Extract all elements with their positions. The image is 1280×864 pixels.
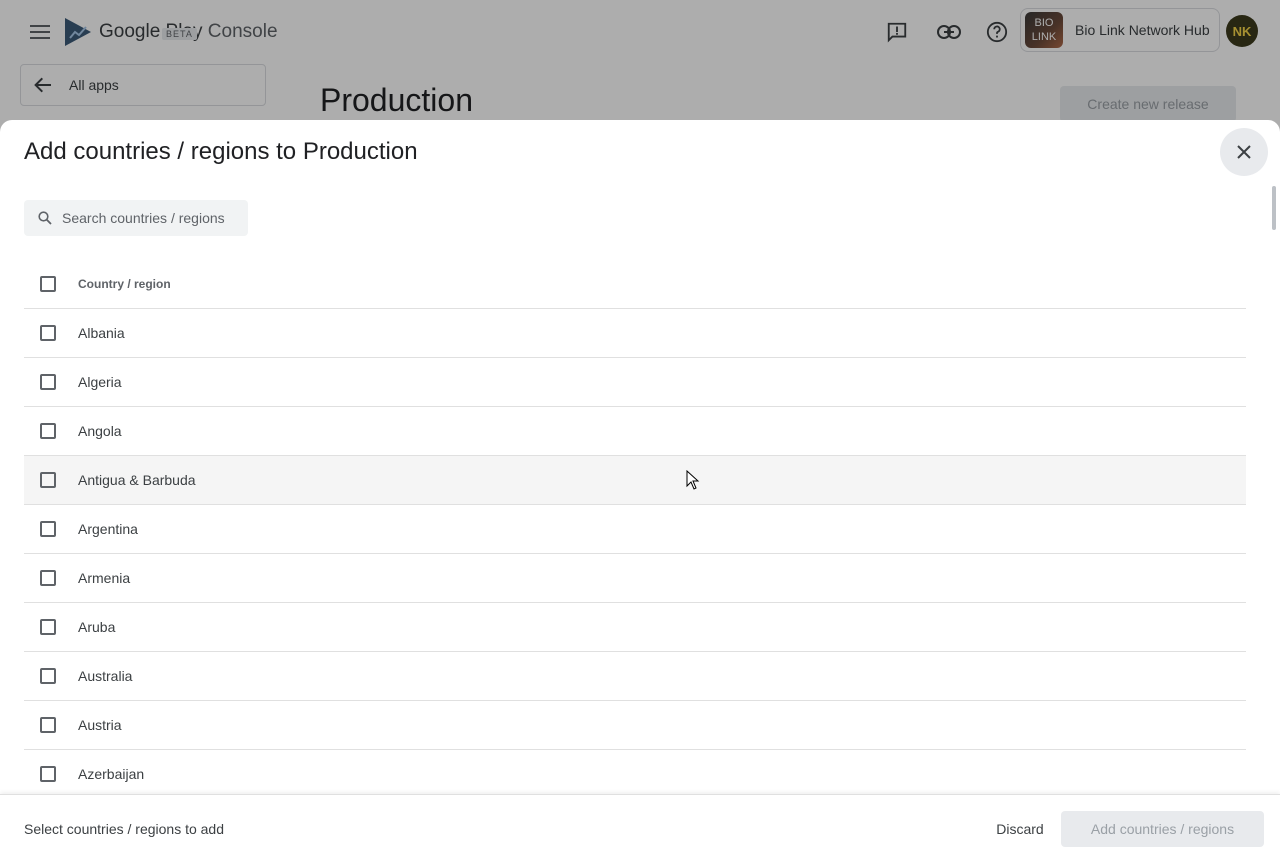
country-name: Azerbaijan	[78, 766, 145, 782]
table-row[interactable]: Angola	[24, 407, 1246, 456]
country-name: Angola	[78, 423, 122, 439]
add-countries-dialog: Add countries / regions to Production Co…	[0, 120, 1280, 864]
row-checkbox[interactable]	[40, 374, 56, 390]
row-checkbox[interactable]	[40, 570, 56, 586]
scrollbar-thumb[interactable]	[1272, 186, 1276, 230]
table-row[interactable]: Argentina	[24, 505, 1246, 554]
country-name: Armenia	[78, 570, 131, 586]
table-row[interactable]: Aruba	[24, 603, 1246, 652]
table-row[interactable]: Australia	[24, 652, 1246, 701]
search-field[interactable]	[24, 200, 248, 236]
country-name: Austria	[78, 717, 122, 733]
row-checkbox[interactable]	[40, 423, 56, 439]
close-icon	[1237, 145, 1251, 159]
table-row[interactable]: Azerbaijan	[24, 750, 1246, 799]
row-checkbox[interactable]	[40, 766, 56, 782]
table-row[interactable]: Albania	[24, 309, 1246, 358]
row-checkbox[interactable]	[40, 325, 56, 341]
search-input[interactable]	[62, 210, 242, 226]
row-checkbox[interactable]	[40, 619, 56, 635]
countries-table: Country / region Albania Algeria Angola …	[24, 260, 1246, 799]
country-name: Australia	[78, 668, 133, 684]
table-row[interactable]: Algeria	[24, 358, 1246, 407]
search-icon	[38, 211, 52, 225]
column-header-country: Country / region	[78, 277, 171, 291]
row-checkbox[interactable]	[40, 472, 56, 488]
select-all-checkbox[interactable]	[40, 276, 56, 292]
dialog-footer: Select countries / regions to add Discar…	[0, 794, 1280, 864]
table-row[interactable]: Austria	[24, 701, 1246, 750]
table-row[interactable]: Armenia	[24, 554, 1246, 603]
row-checkbox[interactable]	[40, 717, 56, 733]
discard-button[interactable]: Discard	[984, 811, 1056, 847]
row-checkbox[interactable]	[40, 521, 56, 537]
mouse-cursor-icon	[686, 470, 700, 490]
close-button[interactable]	[1220, 128, 1268, 176]
dialog-title: Add countries / regions to Production	[24, 138, 418, 165]
table-header: Country / region	[24, 260, 1246, 309]
table-row[interactable]: Antigua & Barbuda	[24, 456, 1246, 505]
country-name: Algeria	[78, 374, 122, 390]
row-checkbox[interactable]	[40, 668, 56, 684]
country-name: Antigua & Barbuda	[78, 472, 196, 488]
country-name: Albania	[78, 325, 125, 341]
country-name: Argentina	[78, 521, 138, 537]
country-name: Aruba	[78, 619, 116, 635]
add-countries-button[interactable]: Add countries / regions	[1061, 811, 1264, 847]
footer-hint: Select countries / regions to add	[24, 821, 225, 837]
